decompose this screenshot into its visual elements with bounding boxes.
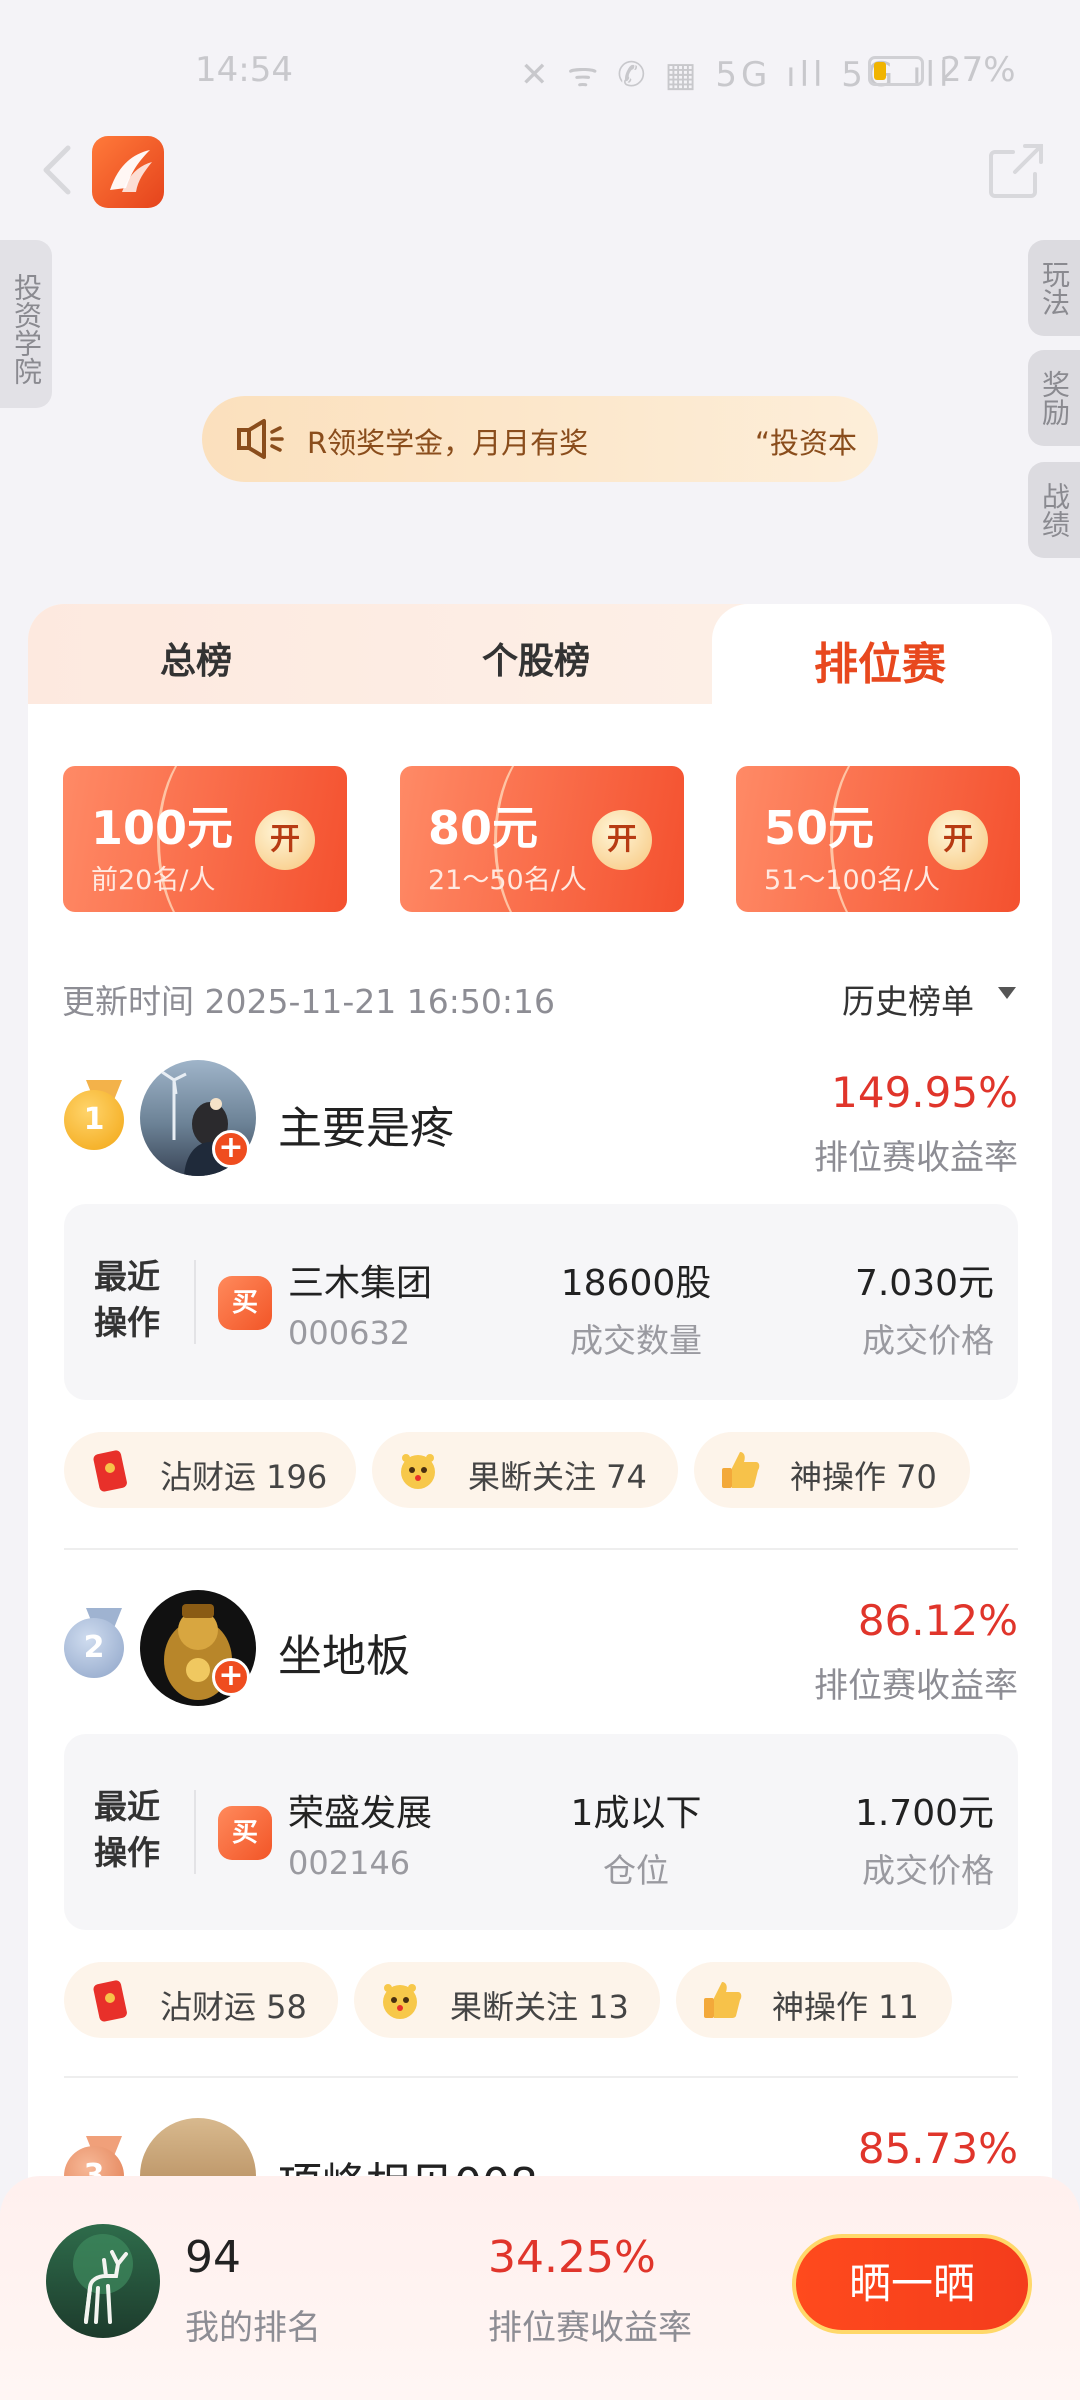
prize-amount: 80元 bbox=[428, 801, 539, 855]
stock-name: 荣盛发展 bbox=[288, 1793, 433, 1834]
my-avatar[interactable] bbox=[46, 2224, 160, 2338]
my-rank-label: 我的排名 bbox=[185, 2308, 321, 2348]
open-button[interactable]: 开 bbox=[592, 810, 652, 870]
divider bbox=[194, 1790, 196, 1874]
app-logo bbox=[92, 136, 164, 208]
reaction-label: 沾财运 58 bbox=[160, 1988, 307, 2026]
medal-gold-icon: 1 bbox=[64, 1080, 124, 1152]
return-rate: 86.12% bbox=[857, 1596, 1018, 1645]
reaction-lucky-button[interactable]: 沾财运 196 bbox=[64, 1432, 356, 1508]
thumbs-up-icon bbox=[704, 1982, 742, 2018]
prize-card-top20[interactable]: 100元 前20名/人 开 bbox=[63, 766, 347, 912]
buy-badge: 买 bbox=[218, 1806, 272, 1860]
recent-operation-title: 最近操作 bbox=[94, 1787, 160, 1872]
share-icon[interactable] bbox=[985, 140, 1047, 202]
tab-ranked-match[interactable]: 排位赛 bbox=[712, 604, 1052, 708]
trade-quantity: 18600股 bbox=[560, 1263, 712, 1304]
status-time: 14:54 bbox=[195, 50, 293, 90]
prize-amount: 100元 bbox=[91, 801, 234, 855]
row-divider bbox=[64, 2076, 1018, 2078]
rank-number: 1 bbox=[64, 1090, 124, 1150]
notice-text: R领奖学金，月月有奖 bbox=[307, 426, 589, 460]
side-tab-rules[interactable]: 玩法 bbox=[1028, 240, 1080, 336]
rank-number: 2 bbox=[64, 1618, 124, 1678]
follow-plus-icon[interactable]: + bbox=[212, 1130, 250, 1168]
update-time: 更新时间 2025-11-21 16:50:16 bbox=[62, 982, 555, 1021]
battery-percent: 27% bbox=[940, 50, 1016, 90]
row-divider bbox=[64, 1548, 1018, 1550]
stock-code: 002146 bbox=[288, 1844, 411, 1882]
trade-price: 1.700元 bbox=[854, 1793, 994, 1834]
recent-operation-card[interactable]: 最近操作 买 荣盛发展 002146 1成以下 仓位 1.700元 成交价格 bbox=[64, 1734, 1018, 1930]
open-button[interactable]: 开 bbox=[928, 810, 988, 870]
battery-icon bbox=[868, 56, 924, 86]
red-envelope-icon bbox=[93, 1450, 127, 1492]
reaction-label: 神操作 70 bbox=[790, 1458, 937, 1496]
side-tab-rewards[interactable]: 奖励 bbox=[1028, 350, 1080, 446]
trade-price-label: 成交价格 bbox=[862, 1321, 994, 1360]
reaction-label: 沾财运 196 bbox=[160, 1458, 328, 1496]
return-rate-label: 排位赛收益率 bbox=[814, 1138, 1018, 1178]
recent-operation-card[interactable]: 最近操作 买 三木集团 000632 18600股 成交数量 7.030元 成交… bbox=[64, 1204, 1018, 1400]
return-rate-label: 排位赛收益率 bbox=[814, 1666, 1018, 1706]
prize-card-51-100[interactable]: 50元 51～100名/人 开 bbox=[736, 766, 1020, 912]
divider bbox=[194, 1260, 196, 1344]
share-result-button[interactable]: 晒一晒 bbox=[792, 2234, 1032, 2334]
reaction-label: 果断关注 13 bbox=[450, 1988, 629, 2026]
reaction-great-move-button[interactable]: 神操作 11 bbox=[676, 1962, 952, 2038]
stock-code: 000632 bbox=[288, 1314, 411, 1352]
reaction-great-move-button[interactable]: 神操作 70 bbox=[694, 1432, 970, 1508]
user-name[interactable]: 坐地板 bbox=[278, 1620, 410, 1684]
open-button[interactable]: 开 bbox=[255, 810, 315, 870]
notice-marquee[interactable]: R领奖学金，月月有奖 “投资本 bbox=[202, 396, 878, 482]
return-rate: 85.73% bbox=[857, 2124, 1018, 2173]
tab-ranked-match-label: 排位赛 bbox=[814, 639, 946, 690]
follow-plus-icon[interactable]: + bbox=[212, 1658, 250, 1696]
position-size: 1成以下 bbox=[570, 1793, 702, 1834]
my-rank: 94 bbox=[185, 2232, 241, 2283]
prize-range: 51～100名/人 bbox=[764, 865, 940, 896]
fortune-cat-icon bbox=[401, 1454, 435, 1489]
position-size-label: 仓位 bbox=[603, 1851, 669, 1890]
user-name[interactable]: 主要是疼 bbox=[278, 1092, 454, 1156]
trade-quantity-label: 成交数量 bbox=[570, 1321, 702, 1360]
reaction-lucky-button[interactable]: 沾财运 58 bbox=[64, 1962, 338, 2038]
back-arrow-icon[interactable] bbox=[30, 140, 90, 200]
history-list-dropdown[interactable]: 历史榜单 bbox=[842, 975, 974, 1023]
status-bar: 14:54 ✕ ᯤ ✆ ▦ 5G ıll 5G ıll 27% bbox=[0, 0, 1080, 110]
fortune-cat-icon bbox=[383, 1984, 417, 2019]
reaction-label: 果断关注 74 bbox=[468, 1458, 647, 1496]
medal-silver-icon: 2 bbox=[64, 1608, 124, 1680]
stock-name: 三木集团 bbox=[288, 1263, 433, 1304]
side-tab-record[interactable]: 战绩 bbox=[1028, 462, 1080, 558]
thumbs-up-icon bbox=[722, 1452, 760, 1488]
trade-price-label: 成交价格 bbox=[862, 1851, 994, 1890]
red-envelope-icon bbox=[93, 1980, 127, 2022]
my-return-rate-label: 排位赛收益率 bbox=[488, 2308, 692, 2348]
reaction-follow-button[interactable]: 果断关注 13 bbox=[354, 1962, 660, 2038]
reaction-follow-button[interactable]: 果断关注 74 bbox=[372, 1432, 678, 1508]
trade-price: 7.030元 bbox=[854, 1263, 994, 1304]
return-rate: 149.95% bbox=[831, 1068, 1018, 1117]
notice-text-next: “投资本 bbox=[755, 426, 858, 460]
buy-badge: 买 bbox=[218, 1276, 272, 1330]
logo-icon bbox=[110, 150, 152, 192]
speaker-icon bbox=[237, 419, 284, 459]
prize-card-21-50[interactable]: 80元 21～50名/人 开 bbox=[400, 766, 684, 912]
prize-amount: 50元 bbox=[764, 801, 875, 855]
tab-stock[interactable]: 个股榜 bbox=[482, 632, 590, 684]
my-return-rate: 34.25% bbox=[488, 2232, 656, 2283]
side-tab-academy[interactable]: 投资学院 bbox=[0, 240, 52, 408]
prize-range: 21～50名/人 bbox=[428, 865, 587, 896]
caret-down-icon[interactable] bbox=[998, 987, 1016, 999]
reaction-label: 神操作 11 bbox=[772, 1988, 919, 2026]
tab-overall[interactable]: 总榜 bbox=[160, 632, 232, 684]
recent-operation-title: 最近操作 bbox=[94, 1257, 160, 1342]
avatar-image bbox=[73, 2234, 133, 2324]
prize-range: 前20名/人 bbox=[91, 865, 216, 896]
